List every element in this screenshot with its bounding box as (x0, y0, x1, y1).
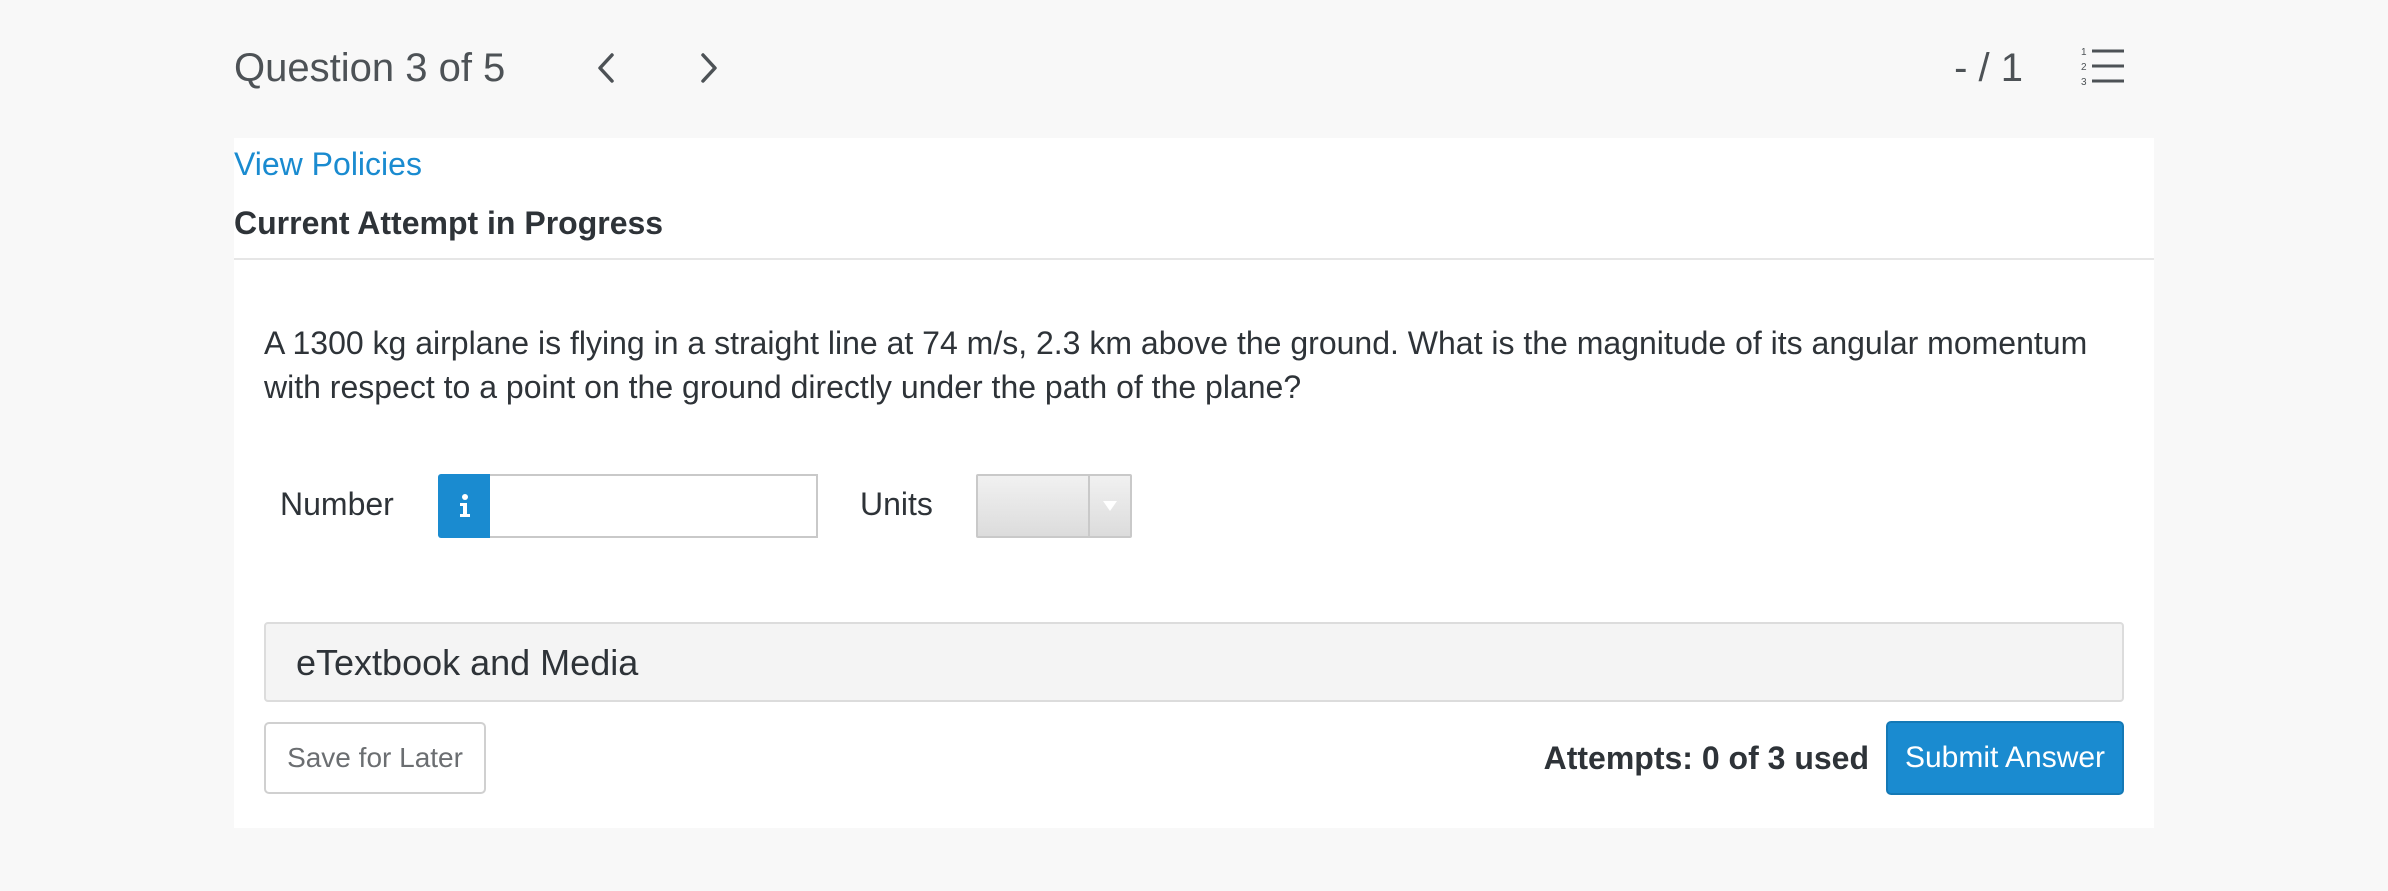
question-counter: Question 3 of 5 (234, 46, 506, 90)
top-bar: Question 3 of 5 - / 1 1 2 3 (0, 0, 2388, 138)
question-text: A 1300 kg airplane is flying in a straig… (264, 325, 2088, 405)
attempt-status-heading: Current Attempt in Progress (234, 205, 664, 241)
previous-question-button[interactable] (580, 42, 632, 94)
chevron-right-icon (701, 53, 717, 83)
numbered-list-icon: 1 2 3 (2081, 47, 2124, 88)
info-icon (460, 494, 470, 517)
divider (234, 258, 2154, 260)
units-label: Units (860, 486, 933, 522)
units-dropdown[interactable] (976, 474, 1132, 538)
svg-text:3: 3 (2081, 77, 2087, 88)
caret-down-icon (1103, 501, 1117, 511)
question-list-button[interactable]: 1 2 3 (2080, 44, 2126, 90)
score-display: - / 1 (1954, 46, 2023, 90)
number-input[interactable] (490, 474, 818, 538)
submit-answer-button[interactable]: Submit Answer (1886, 721, 2124, 795)
svg-text:2: 2 (2081, 62, 2087, 73)
save-for-later-button[interactable]: Save for Later (264, 722, 486, 794)
next-question-button[interactable] (683, 42, 735, 94)
number-label: Number (280, 486, 394, 522)
info-button[interactable] (438, 474, 492, 538)
svg-text:1: 1 (2081, 47, 2087, 58)
view-policies-link[interactable]: View Policies (234, 143, 422, 185)
etextbook-media-label: eTextbook and Media (296, 642, 639, 683)
etextbook-media-panel[interactable]: eTextbook and Media (264, 622, 2124, 702)
question-card: View Policies Current Attempt in Progres… (234, 138, 2154, 828)
dropdown-arrow (1088, 476, 1130, 536)
attempts-counter: Attempts: 0 of 3 used (1543, 740, 1869, 776)
chevron-left-icon (598, 53, 614, 83)
